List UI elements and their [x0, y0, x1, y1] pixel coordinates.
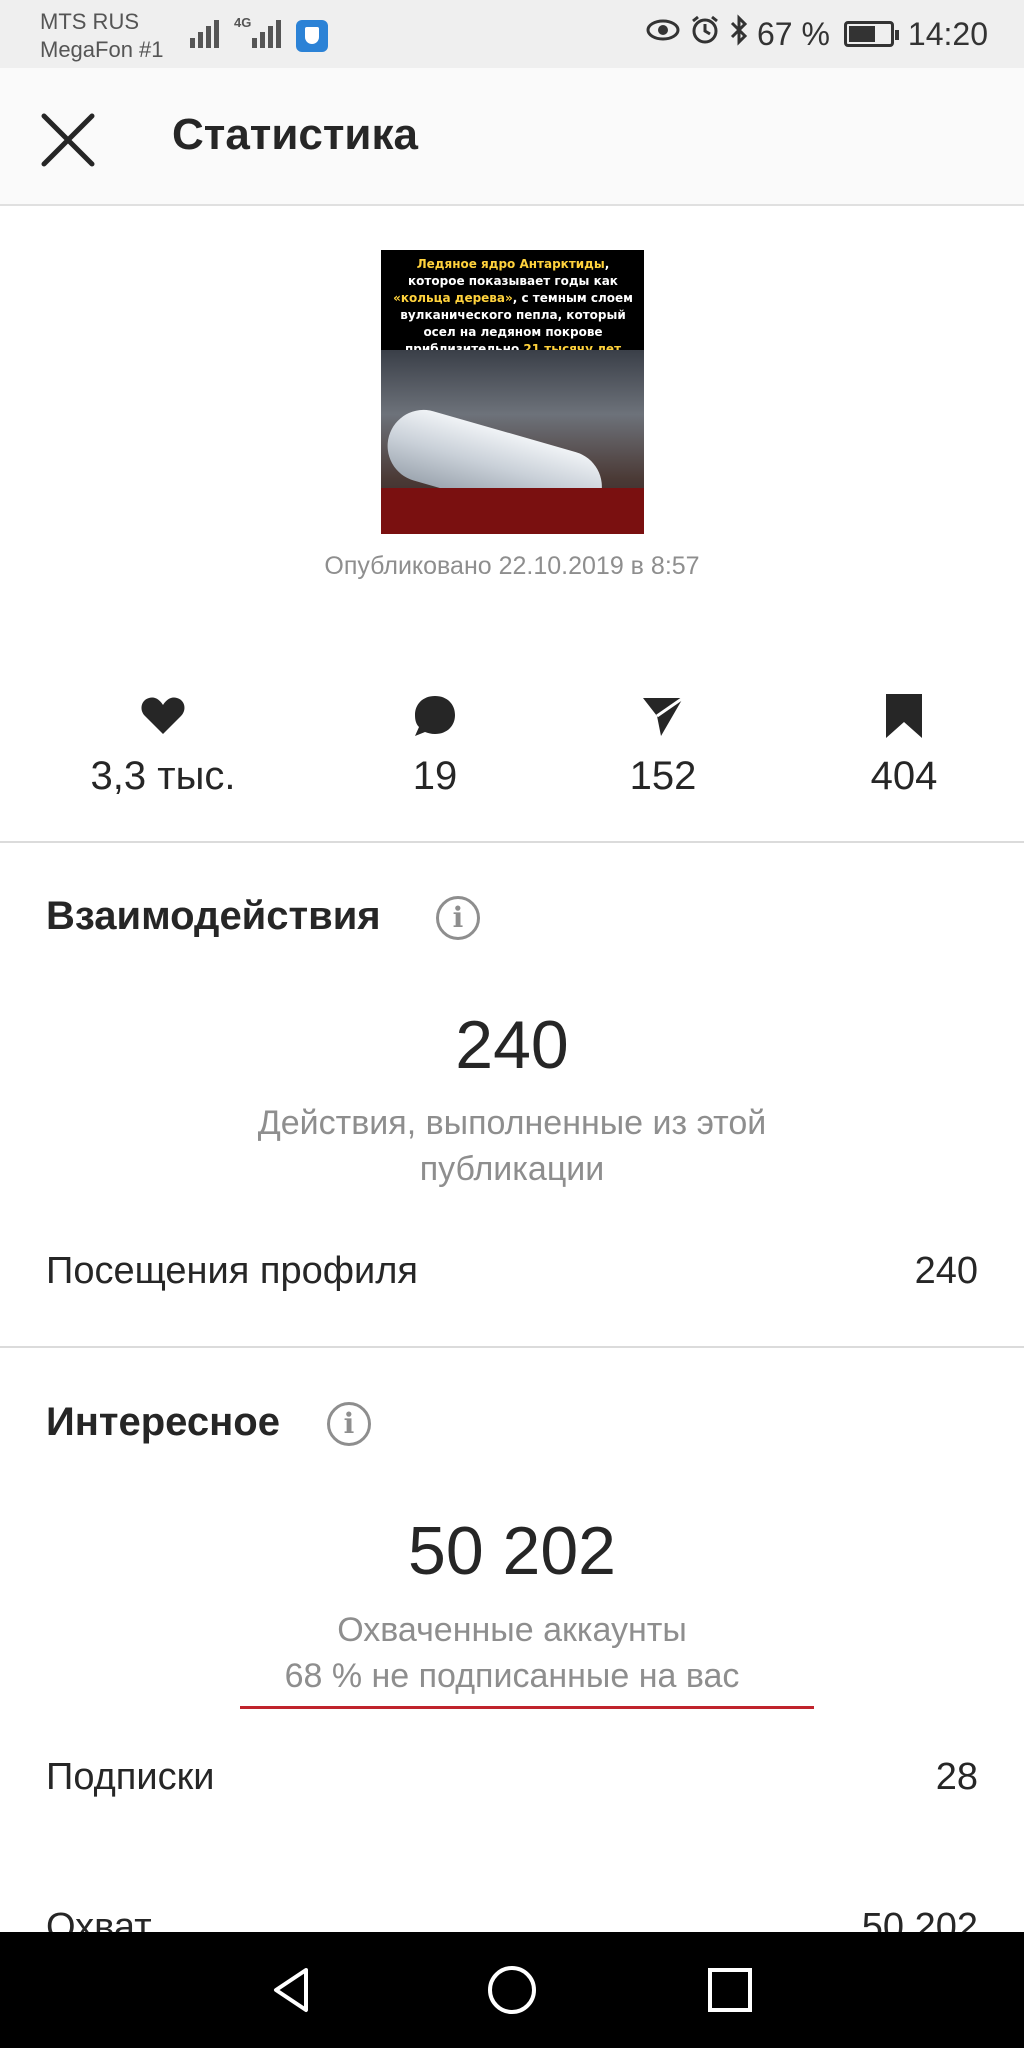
- discovery-total: 50 202: [408, 1513, 616, 1589]
- discovery-title: Интересное: [46, 1400, 280, 1444]
- post-thumbnail[interactable]: Ледяное ядро Антарктиды, которое показыв…: [381, 250, 644, 534]
- follows-label: Подписки: [46, 1756, 215, 1798]
- close-button[interactable]: [36, 108, 100, 172]
- reached-accounts-caption: Охваченные аккаунты: [337, 1611, 687, 1649]
- close-icon: [41, 113, 95, 167]
- thumbnail-floor: [381, 488, 644, 534]
- alarm-icon: [689, 14, 721, 54]
- profile-visits-value: 240: [914, 1250, 978, 1292]
- likes-value: 3,3 тыс.: [90, 754, 236, 798]
- back-icon: [274, 1968, 308, 2012]
- eye-icon: [645, 15, 681, 53]
- bookmark-icon: [794, 688, 1014, 744]
- recents-button[interactable]: [702, 1962, 758, 2018]
- profile-visits-label: Посещения профиля: [46, 1250, 418, 1292]
- bluetooth-icon: [729, 14, 749, 54]
- interactions-title: Взаимодействия: [46, 894, 381, 938]
- likes-count: 3,3 тыс.: [53, 688, 273, 799]
- recents-icon: [708, 1968, 752, 2012]
- battery-icon: [843, 21, 899, 47]
- clock: 14:20: [907, 15, 988, 52]
- divider: [0, 1346, 1024, 1348]
- signal-4g-label: 4G: [234, 15, 252, 30]
- home-button[interactable]: [484, 1962, 540, 2018]
- carrier-1: MTS RUS: [40, 9, 139, 34]
- status-right: 67 % 14:20: [645, 14, 988, 54]
- carrier-info: MTS RUS MegaFon #1: [40, 8, 164, 64]
- app-header: Статистика: [0, 68, 1024, 206]
- red-underline: [240, 1706, 814, 1709]
- interactions-caption: Действия, выполненные из этой публикации: [257, 1104, 767, 1188]
- share-icon: [553, 688, 773, 744]
- comments-value: 19: [412, 754, 458, 798]
- thumbnail-photo: [381, 350, 644, 534]
- divider: [0, 841, 1024, 843]
- shares-value: 152: [629, 754, 697, 798]
- system-nav-bar: [0, 1932, 1024, 2048]
- saves-value: 404: [870, 754, 938, 798]
- interactions-total: 240: [455, 1007, 569, 1083]
- interactions-info-icon[interactable]: i: [436, 896, 480, 940]
- post-counts: 3,3 тыс. 19 152 404: [0, 688, 1024, 808]
- discovery-info-icon[interactable]: i: [327, 1402, 371, 1446]
- follows-value: 28: [935, 1756, 978, 1798]
- heart-icon: [53, 688, 273, 744]
- signal-icon: [190, 14, 219, 48]
- non-followers-caption: 68 % не подписанные на вас: [284, 1657, 740, 1695]
- saves-count: 404: [794, 688, 1014, 799]
- comments-count: 19: [325, 688, 545, 799]
- back-button[interactable]: [264, 1962, 320, 2018]
- shares-count: 152: [553, 688, 773, 799]
- carrier-2: MegaFon #1: [40, 37, 164, 62]
- status-bar: MTS RUS MegaFon #1 4G 67 % 14:20: [0, 0, 1024, 68]
- vpn-shield-icon: [296, 20, 328, 52]
- comment-icon: [325, 688, 545, 744]
- battery-percent: 67 %: [756, 15, 830, 52]
- published-date: Опубликовано 22.10.2019 в 8:57: [324, 552, 700, 580]
- page-title: Статистика: [172, 110, 418, 159]
- signal-4g-icon: [252, 14, 281, 48]
- home-icon: [488, 1966, 536, 2014]
